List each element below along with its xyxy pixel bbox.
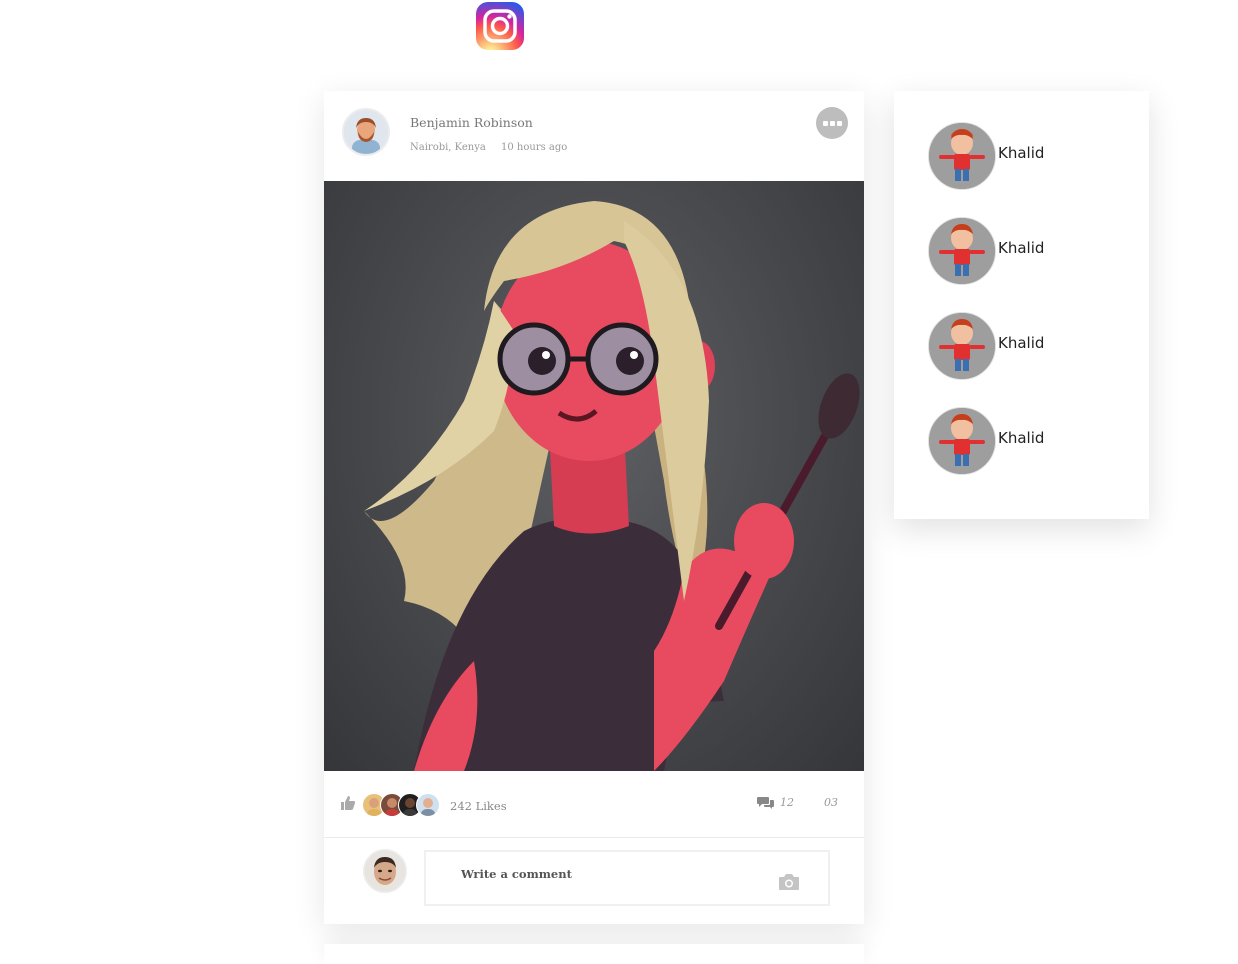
suggestion-item[interactable]: Khalid xyxy=(928,217,1128,285)
next-post-card xyxy=(324,944,864,964)
post-image[interactable] xyxy=(324,181,864,771)
post-meta: Nairobi, Kenya 10 hours ago xyxy=(410,142,567,153)
more-dot-icon xyxy=(836,120,842,126)
suggestion-avatar[interactable] xyxy=(928,122,996,190)
comment-icon[interactable] xyxy=(757,795,775,814)
likes-count[interactable]: 242 Likes xyxy=(450,799,507,813)
comment-placeholder: Write a comment xyxy=(461,867,572,881)
author-avatar[interactable] xyxy=(342,108,390,156)
suggestion-name[interactable]: Khalid xyxy=(998,144,1044,162)
post-time: 10 hours ago xyxy=(501,142,568,153)
suggestion-name[interactable]: Khalid xyxy=(998,429,1044,447)
suggestion-item[interactable]: Khalid xyxy=(928,312,1128,380)
thumbs-up-icon[interactable] xyxy=(340,795,356,815)
more-dot-icon xyxy=(822,120,828,126)
post-location[interactable]: Nairobi, Kenya xyxy=(410,142,486,153)
comment-input[interactable]: Write a comment xyxy=(424,850,830,906)
suggestion-item[interactable]: Khalid xyxy=(928,122,1128,190)
suggestion-avatar[interactable] xyxy=(928,312,996,380)
author-name[interactable]: Benjamin Robinson xyxy=(410,115,533,130)
more-options-button[interactable] xyxy=(816,107,848,139)
suggestion-name[interactable]: Khalid xyxy=(998,334,1044,352)
suggestion-name[interactable]: Khalid xyxy=(998,239,1044,257)
post-card: Benjamin Robinson Nairobi, Kenya 10 hour… xyxy=(324,91,864,924)
post-actions: 242 Likes 12 03 xyxy=(324,771,864,838)
suggestions-panel: Khalid Khalid Khalid Khalid xyxy=(894,91,1149,519)
liker-avatar[interactable] xyxy=(416,793,440,817)
more-dot-icon xyxy=(829,120,835,126)
instagram-logo-icon[interactable] xyxy=(476,2,524,50)
camera-icon[interactable] xyxy=(778,873,800,895)
comments-count[interactable]: 12 xyxy=(780,796,794,809)
suggestion-item[interactable]: Khalid xyxy=(928,407,1128,475)
suggestion-avatar[interactable] xyxy=(928,407,996,475)
shares-count[interactable]: 03 xyxy=(824,796,838,809)
current-user-avatar[interactable] xyxy=(363,849,407,893)
suggestion-avatar[interactable] xyxy=(928,217,996,285)
